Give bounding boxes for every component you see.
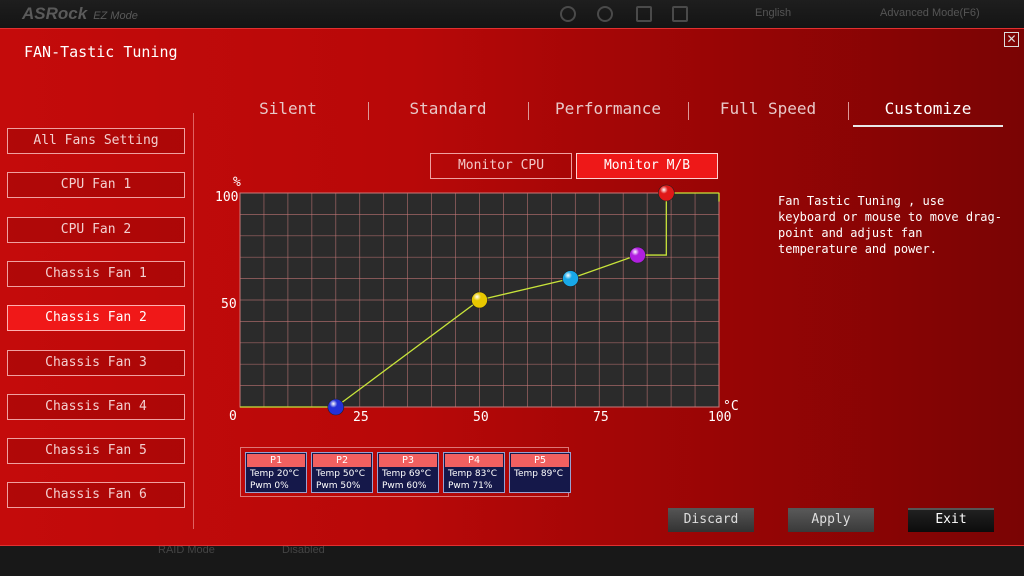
apply-button[interactable]: Apply bbox=[788, 508, 874, 532]
save-icon[interactable] bbox=[636, 6, 652, 22]
discard-button[interactable]: Discard bbox=[668, 508, 754, 532]
point-pwm: Pwm 50% bbox=[316, 481, 361, 491]
exit-button[interactable]: Exit bbox=[908, 508, 994, 532]
point-name: P3 bbox=[379, 454, 437, 467]
bottom-bar: RAID Mode Disabled bbox=[0, 544, 1024, 576]
point-pwm: Pwm 71% bbox=[448, 481, 493, 491]
point-temp: Temp 69°C bbox=[382, 469, 432, 479]
point-temp: Temp 89°C bbox=[514, 469, 564, 479]
info-icon[interactable] bbox=[560, 6, 576, 22]
fan-button-chassis-fan-6[interactable]: Chassis Fan 6 bbox=[7, 482, 185, 509]
favorite-icon[interactable] bbox=[672, 6, 688, 22]
point-cell-p2: P2 Temp 50°C Pwm 50% bbox=[311, 452, 373, 493]
point-temp: Temp 83°C bbox=[448, 469, 498, 479]
point-table: P1 Temp 20°C Pwm 0% P2 Temp 50°C Pwm 50% P3 Tem… bbox=[240, 447, 571, 497]
point-pwm: Pwm 0% bbox=[250, 481, 289, 491]
drag-point-p4[interactable] bbox=[629, 246, 646, 264]
fan-tuning-dialog: FAN-Tastic Tuning ✕ All Fans Setting CPU … bbox=[0, 28, 1024, 546]
point-cell-p5: P5 Temp 89°C bbox=[509, 452, 571, 493]
drag-point-p3[interactable] bbox=[562, 270, 579, 287]
drag-point-p2[interactable] bbox=[471, 291, 488, 309]
point-name: P1 bbox=[247, 454, 305, 467]
point-pwm: Pwm 60% bbox=[382, 481, 427, 491]
point-cell-p1: P1 Temp 20°C Pwm 0% bbox=[245, 452, 307, 493]
point-cell-p3: P3 Temp 69°C Pwm 60% bbox=[377, 452, 439, 493]
drag-point-p5[interactable] bbox=[658, 184, 675, 202]
point-temp: Temp 50°C bbox=[316, 469, 366, 479]
point-temp: Temp 20°C bbox=[250, 469, 300, 479]
point-name: P2 bbox=[313, 454, 371, 467]
top-bar: ASRock EZ Mode English Advanced Mode(F6) bbox=[0, 0, 1024, 28]
language-select[interactable]: English bbox=[755, 7, 791, 19]
drag-point-p1[interactable] bbox=[327, 398, 345, 416]
refresh-icon[interactable] bbox=[597, 6, 613, 22]
advanced-mode-link[interactable]: Advanced Mode(F6) bbox=[880, 7, 980, 19]
point-name: P4 bbox=[445, 454, 503, 467]
point-cell-p4: P4 Temp 83°C Pwm 71% bbox=[443, 452, 505, 493]
help-description: Fan Tastic Tuning , use keyboard or mous… bbox=[778, 194, 1002, 256]
brand-logo: ASRock EZ Mode bbox=[22, 4, 138, 23]
point-name: P5 bbox=[511, 454, 569, 467]
